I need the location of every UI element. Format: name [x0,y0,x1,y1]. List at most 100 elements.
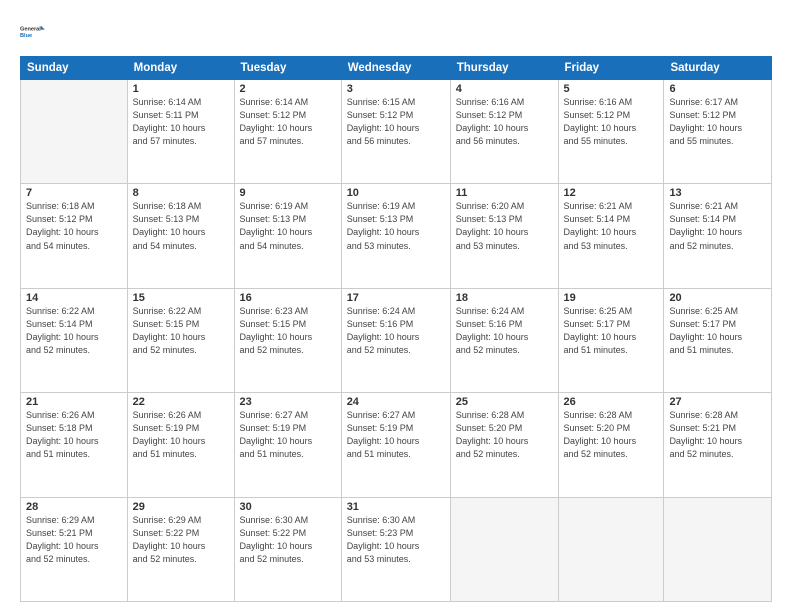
day-number: 1 [133,83,229,95]
day-info: Sunrise: 6:21 AM Sunset: 5:14 PM Dayligh… [669,200,766,252]
day-info: Sunrise: 6:20 AM Sunset: 5:13 PM Dayligh… [456,200,553,252]
day-number: 16 [240,292,336,304]
weekday-header-saturday: Saturday [664,57,772,80]
day-cell: 5Sunrise: 6:16 AM Sunset: 5:12 PM Daylig… [558,80,664,184]
day-info: Sunrise: 6:25 AM Sunset: 5:17 PM Dayligh… [564,305,659,357]
weekday-header-sunday: Sunday [21,57,128,80]
day-info: Sunrise: 6:28 AM Sunset: 5:20 PM Dayligh… [564,409,659,461]
day-number: 4 [456,83,553,95]
day-cell: 4Sunrise: 6:16 AM Sunset: 5:12 PM Daylig… [450,80,558,184]
day-cell: 1Sunrise: 6:14 AM Sunset: 5:11 PM Daylig… [127,80,234,184]
day-cell: 29Sunrise: 6:29 AM Sunset: 5:22 PM Dayli… [127,497,234,601]
day-cell: 3Sunrise: 6:15 AM Sunset: 5:12 PM Daylig… [341,80,450,184]
day-info: Sunrise: 6:29 AM Sunset: 5:22 PM Dayligh… [133,514,229,566]
day-number: 5 [564,83,659,95]
week-row-5: 28Sunrise: 6:29 AM Sunset: 5:21 PM Dayli… [21,497,772,601]
day-number: 3 [347,83,445,95]
day-cell [664,497,772,601]
day-number: 27 [669,396,766,408]
day-info: Sunrise: 6:14 AM Sunset: 5:12 PM Dayligh… [240,96,336,148]
day-info: Sunrise: 6:27 AM Sunset: 5:19 PM Dayligh… [240,409,336,461]
day-info: Sunrise: 6:28 AM Sunset: 5:20 PM Dayligh… [456,409,553,461]
day-cell: 24Sunrise: 6:27 AM Sunset: 5:19 PM Dayli… [341,393,450,497]
day-cell: 28Sunrise: 6:29 AM Sunset: 5:21 PM Dayli… [21,497,128,601]
day-number: 8 [133,187,229,199]
day-number: 18 [456,292,553,304]
day-cell: 15Sunrise: 6:22 AM Sunset: 5:15 PM Dayli… [127,288,234,392]
day-number: 19 [564,292,659,304]
day-cell: 9Sunrise: 6:19 AM Sunset: 5:13 PM Daylig… [234,184,341,288]
day-cell: 27Sunrise: 6:28 AM Sunset: 5:21 PM Dayli… [664,393,772,497]
day-info: Sunrise: 6:18 AM Sunset: 5:13 PM Dayligh… [133,200,229,252]
calendar-table: SundayMondayTuesdayWednesdayThursdayFrid… [20,56,772,602]
week-row-4: 21Sunrise: 6:26 AM Sunset: 5:18 PM Dayli… [21,393,772,497]
day-number: 10 [347,187,445,199]
day-info: Sunrise: 6:22 AM Sunset: 5:14 PM Dayligh… [26,305,122,357]
day-info: Sunrise: 6:18 AM Sunset: 5:12 PM Dayligh… [26,200,122,252]
day-number: 25 [456,396,553,408]
day-info: Sunrise: 6:14 AM Sunset: 5:11 PM Dayligh… [133,96,229,148]
logo-icon: GeneralBlue [20,18,48,46]
week-row-1: 1Sunrise: 6:14 AM Sunset: 5:11 PM Daylig… [21,80,772,184]
day-cell: 14Sunrise: 6:22 AM Sunset: 5:14 PM Dayli… [21,288,128,392]
day-info: Sunrise: 6:24 AM Sunset: 5:16 PM Dayligh… [456,305,553,357]
day-info: Sunrise: 6:19 AM Sunset: 5:13 PM Dayligh… [347,200,445,252]
day-cell: 2Sunrise: 6:14 AM Sunset: 5:12 PM Daylig… [234,80,341,184]
day-number: 26 [564,396,659,408]
day-cell: 18Sunrise: 6:24 AM Sunset: 5:16 PM Dayli… [450,288,558,392]
day-cell: 31Sunrise: 6:30 AM Sunset: 5:23 PM Dayli… [341,497,450,601]
day-number: 31 [347,501,445,513]
day-number: 11 [456,187,553,199]
day-info: Sunrise: 6:17 AM Sunset: 5:12 PM Dayligh… [669,96,766,148]
day-number: 13 [669,187,766,199]
day-cell: 7Sunrise: 6:18 AM Sunset: 5:12 PM Daylig… [21,184,128,288]
day-info: Sunrise: 6:23 AM Sunset: 5:15 PM Dayligh… [240,305,336,357]
day-info: Sunrise: 6:29 AM Sunset: 5:21 PM Dayligh… [26,514,122,566]
day-info: Sunrise: 6:19 AM Sunset: 5:13 PM Dayligh… [240,200,336,252]
day-cell: 22Sunrise: 6:26 AM Sunset: 5:19 PM Dayli… [127,393,234,497]
logo: GeneralBlue [20,18,48,46]
svg-text:General: General [20,26,41,32]
day-info: Sunrise: 6:22 AM Sunset: 5:15 PM Dayligh… [133,305,229,357]
day-info: Sunrise: 6:16 AM Sunset: 5:12 PM Dayligh… [456,96,553,148]
day-info: Sunrise: 6:25 AM Sunset: 5:17 PM Dayligh… [669,305,766,357]
day-cell [558,497,664,601]
day-info: Sunrise: 6:15 AM Sunset: 5:12 PM Dayligh… [347,96,445,148]
day-number: 20 [669,292,766,304]
day-number: 12 [564,187,659,199]
day-cell: 20Sunrise: 6:25 AM Sunset: 5:17 PM Dayli… [664,288,772,392]
day-cell: 12Sunrise: 6:21 AM Sunset: 5:14 PM Dayli… [558,184,664,288]
day-number: 29 [133,501,229,513]
calendar-page: GeneralBlue SundayMondayTuesdayWednesday… [0,0,792,612]
day-number: 22 [133,396,229,408]
day-number: 14 [26,292,122,304]
day-number: 24 [347,396,445,408]
day-number: 23 [240,396,336,408]
day-cell: 30Sunrise: 6:30 AM Sunset: 5:22 PM Dayli… [234,497,341,601]
day-cell: 21Sunrise: 6:26 AM Sunset: 5:18 PM Dayli… [21,393,128,497]
day-cell: 6Sunrise: 6:17 AM Sunset: 5:12 PM Daylig… [664,80,772,184]
day-cell: 17Sunrise: 6:24 AM Sunset: 5:16 PM Dayli… [341,288,450,392]
weekday-header-thursday: Thursday [450,57,558,80]
weekday-header-tuesday: Tuesday [234,57,341,80]
day-number: 15 [133,292,229,304]
day-cell: 25Sunrise: 6:28 AM Sunset: 5:20 PM Dayli… [450,393,558,497]
day-number: 9 [240,187,336,199]
day-cell: 11Sunrise: 6:20 AM Sunset: 5:13 PM Dayli… [450,184,558,288]
day-number: 21 [26,396,122,408]
day-info: Sunrise: 6:16 AM Sunset: 5:12 PM Dayligh… [564,96,659,148]
weekday-header-friday: Friday [558,57,664,80]
day-cell [450,497,558,601]
day-cell: 16Sunrise: 6:23 AM Sunset: 5:15 PM Dayli… [234,288,341,392]
weekday-header-monday: Monday [127,57,234,80]
day-number: 30 [240,501,336,513]
day-info: Sunrise: 6:26 AM Sunset: 5:19 PM Dayligh… [133,409,229,461]
day-cell [21,80,128,184]
day-info: Sunrise: 6:24 AM Sunset: 5:16 PM Dayligh… [347,305,445,357]
day-info: Sunrise: 6:30 AM Sunset: 5:23 PM Dayligh… [347,514,445,566]
day-cell: 8Sunrise: 6:18 AM Sunset: 5:13 PM Daylig… [127,184,234,288]
day-cell: 19Sunrise: 6:25 AM Sunset: 5:17 PM Dayli… [558,288,664,392]
day-cell: 10Sunrise: 6:19 AM Sunset: 5:13 PM Dayli… [341,184,450,288]
week-row-3: 14Sunrise: 6:22 AM Sunset: 5:14 PM Dayli… [21,288,772,392]
day-number: 7 [26,187,122,199]
